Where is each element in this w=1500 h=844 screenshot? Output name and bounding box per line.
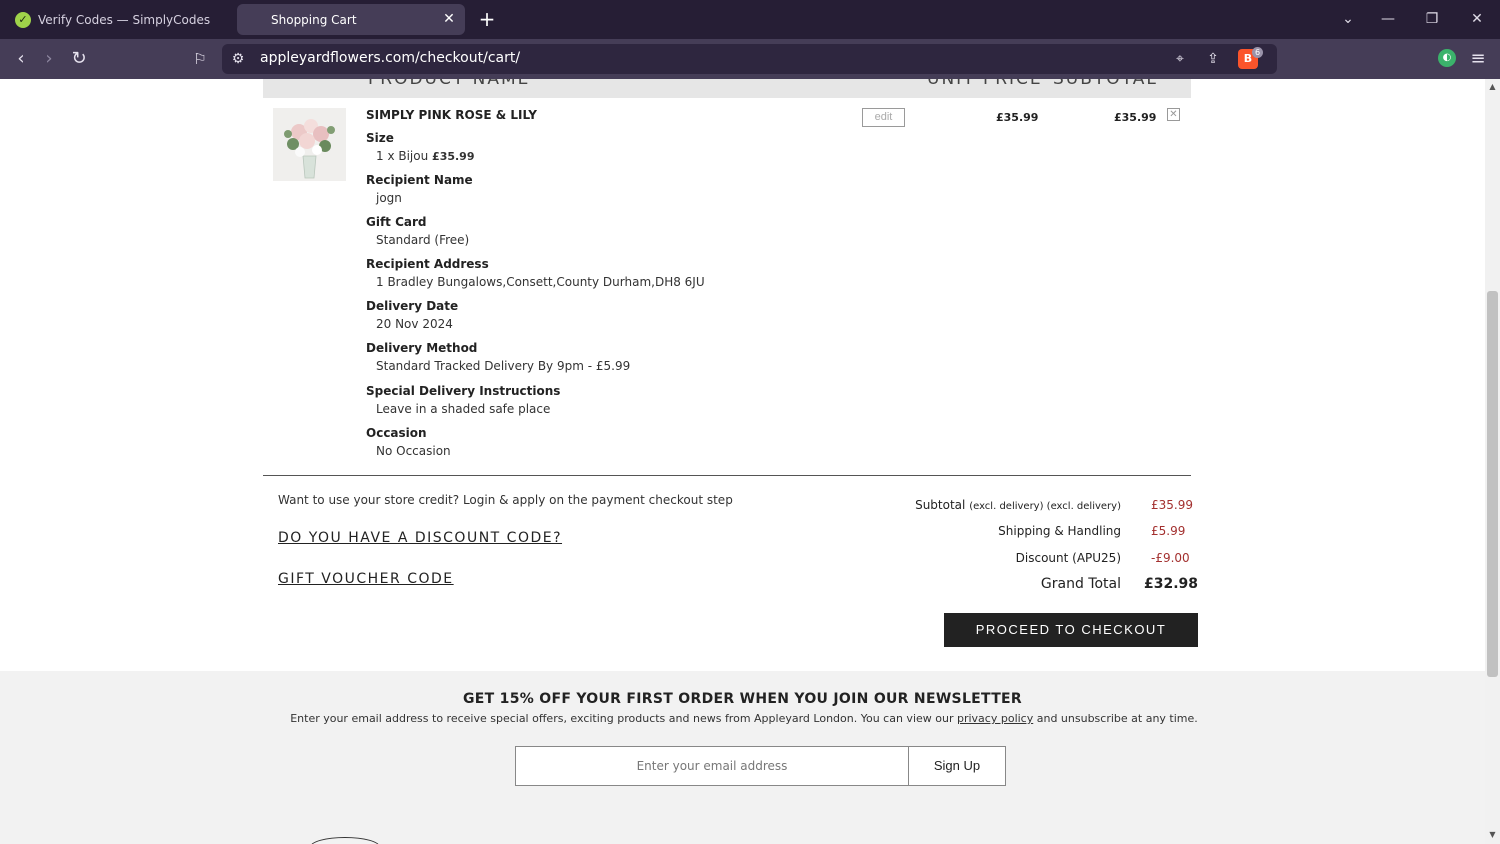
newsletter-email-input[interactable]: Enter your email address xyxy=(515,746,909,786)
option-label-gift-card: Gift Card xyxy=(366,215,427,229)
menu-hamburger-icon[interactable]: ≡ xyxy=(1467,48,1489,70)
subtotal-label: Subtotal (excl. delivery) (excl. deliver… xyxy=(915,498,1121,512)
discount-value: -£9.00 xyxy=(1151,551,1190,565)
header-unit-price: UNIT PRICE xyxy=(927,79,1043,89)
tab-verify-codes[interactable]: ✓ Verify Codes — SimplyCodes xyxy=(8,4,230,35)
bookmark-icon[interactable]: ⚐ xyxy=(189,48,211,70)
cart-divider xyxy=(263,475,1191,476)
footer-logo-outline xyxy=(310,837,380,844)
simplycodes-favicon-icon: ✓ xyxy=(15,11,31,28)
site-settings-icon[interactable]: ⚙ xyxy=(228,49,248,69)
scroll-up-arrow-icon[interactable]: ▲ xyxy=(1485,81,1500,93)
grand-total-label: Grand Total xyxy=(1040,576,1121,592)
product-name[interactable]: SIMPLY PINK ROSE & LILY xyxy=(366,108,537,122)
option-label-recipient-name: Recipient Name xyxy=(366,173,473,187)
header-subtotal: SUBTOTAL xyxy=(1053,79,1158,89)
option-label-occasion: Occasion xyxy=(366,426,427,440)
option-label-special-instructions: Special Delivery Instructions xyxy=(366,384,561,398)
forward-arrow-icon[interactable]: › xyxy=(38,48,60,70)
close-window-icon[interactable]: ✕ xyxy=(1467,9,1487,29)
bouquet-picture xyxy=(273,108,346,181)
item-unit-price: £35.99 xyxy=(996,111,1039,124)
privacy-policy-link[interactable]: privacy policy xyxy=(957,712,1033,725)
restore-window-icon[interactable]: ❐ xyxy=(1422,9,1442,29)
share-icon[interactable]: ⇪ xyxy=(1203,49,1223,69)
browser-toolbar: ‹ › ↻ ⚐ ⚙ appleyardflowers.com/checkout/… xyxy=(0,39,1500,79)
back-arrow-icon[interactable]: ‹ xyxy=(10,48,32,70)
newsletter-signup-button[interactable]: Sign Up xyxy=(908,746,1006,786)
header-product-name: PRODUCT NAME xyxy=(368,79,531,89)
new-tab-plus-icon[interactable]: + xyxy=(477,8,497,30)
scroll-down-arrow-icon[interactable]: ▼ xyxy=(1485,829,1500,841)
newsletter-title: GET 15% OFF YOUR FIRST ORDER WHEN YOU JO… xyxy=(463,691,1022,707)
item-subtotal: £35.99 xyxy=(1114,111,1157,124)
option-label-size: Size xyxy=(366,131,394,145)
newsletter-description: Enter your email address to receive spec… xyxy=(290,712,1198,725)
remove-item-close-icon[interactable]: ✕ xyxy=(1167,108,1180,121)
url-text[interactable]: appleyardflowers.com/checkout/cart/ xyxy=(260,50,520,66)
address-bar[interactable]: ⚙ appleyardflowers.com/checkout/cart/ ⌖ … xyxy=(222,44,1277,74)
shipping-label: Shipping & Handling xyxy=(998,524,1121,538)
edit-item-button[interactable]: edit xyxy=(862,108,905,127)
tab-list-chevron-down-icon[interactable]: ⌄ xyxy=(1338,9,1358,29)
page-scrollbar[interactable]: ▲ ▼ xyxy=(1485,79,1500,844)
option-value-delivery-method: Standard Tracked Delivery By 9pm - £5.99 xyxy=(376,359,631,373)
page-content: PRODUCT NAME UNIT PRICE SUBTOTAL SIMPLY … xyxy=(0,79,1485,844)
option-value-gift-card: Standard (Free) xyxy=(376,233,470,247)
scrollbar-thumb[interactable] xyxy=(1487,291,1498,677)
option-value-size: 1 x Bijou £35.99 xyxy=(376,149,475,163)
option-value-occasion: No Occasion xyxy=(376,444,451,458)
gift-voucher-link[interactable]: GIFT VOUCHER CODE xyxy=(278,571,454,587)
tab-title: Shopping Cart xyxy=(271,12,357,27)
grand-total-value: £32.98 xyxy=(1144,576,1199,592)
option-value-delivery-date: 20 Nov 2024 xyxy=(376,317,453,331)
option-value-recipient-name: jogn xyxy=(376,191,402,205)
option-label-delivery-date: Delivery Date xyxy=(366,299,459,313)
minimize-window-icon[interactable]: — xyxy=(1378,9,1398,29)
option-value-recipient-address: 1 Bradley Bungalows,Consett,County Durha… xyxy=(376,275,705,289)
newsletter-section: GET 15% OFF YOUR FIRST ORDER WHEN YOU JO… xyxy=(0,671,1485,844)
shield-count-badge: 6 xyxy=(1252,47,1263,58)
reload-icon[interactable]: ↻ xyxy=(68,48,90,70)
option-label-delivery-method: Delivery Method xyxy=(366,341,478,355)
subtotal-value: £35.99 xyxy=(1151,498,1193,512)
option-value-special-instructions: Leave in a shaded safe place xyxy=(376,402,551,416)
browser-tab-bar: ✓ Verify Codes — SimplyCodes Shopping Ca… xyxy=(0,0,1500,39)
cart-table-header: PRODUCT NAME UNIT PRICE SUBTOTAL xyxy=(263,79,1191,98)
discount-label: Discount (APU25) xyxy=(1015,551,1121,565)
tab-title: Verify Codes — SimplyCodes xyxy=(38,12,211,27)
option-label-recipient-address: Recipient Address xyxy=(366,257,489,271)
tab-shopping-cart[interactable]: Shopping Cart ✕ xyxy=(237,4,465,35)
product-image[interactable] xyxy=(273,108,346,181)
close-tab-icon[interactable]: ✕ xyxy=(441,11,457,27)
location-pin-icon[interactable]: ⌖ xyxy=(1170,49,1190,69)
shipping-value: £5.99 xyxy=(1151,524,1186,538)
proceed-to-checkout-button[interactable]: PROCEED TO CHECKOUT xyxy=(944,613,1198,647)
wallet-globe-icon[interactable]: ◐ xyxy=(1438,49,1456,67)
discount-code-link[interactable]: DO YOU HAVE A DISCOUNT CODE? xyxy=(278,530,562,546)
store-credit-notice: Want to use your store credit? Login & a… xyxy=(278,493,733,507)
